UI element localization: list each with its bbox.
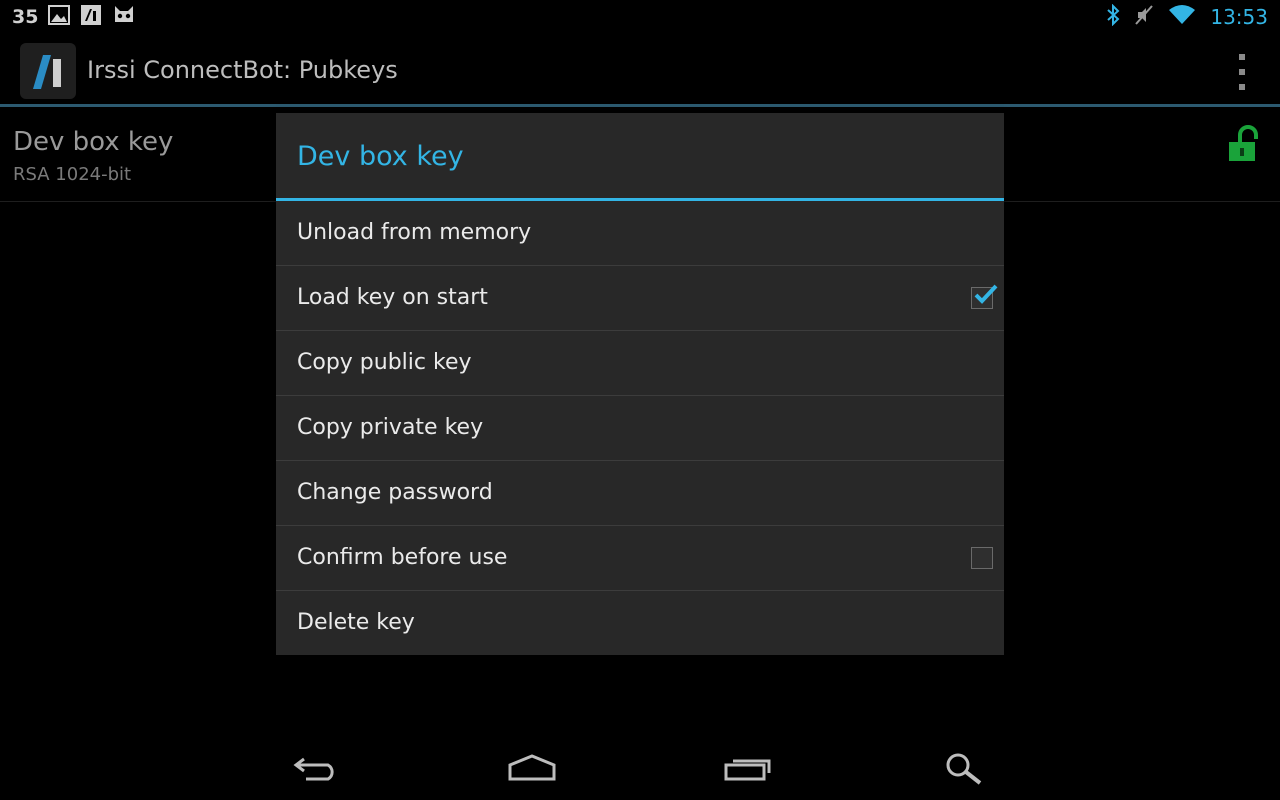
wifi-icon xyxy=(1168,4,1196,30)
status-bar: 35 13:53 xyxy=(0,0,1280,34)
menu-item-label: Delete key xyxy=(297,610,415,635)
cyanogenmod-icon xyxy=(112,4,136,30)
home-icon xyxy=(508,754,556,781)
menu-item-label: Unload from memory xyxy=(297,220,532,245)
recent-apps-icon xyxy=(724,759,771,781)
confirm-before-use-checkbox[interactable] xyxy=(971,547,993,569)
key-options-dialog: Dev box key Unload from memory Load key … xyxy=(276,113,1004,655)
mute-icon xyxy=(1134,4,1154,30)
menu-item-load-key-on-start[interactable]: Load key on start xyxy=(276,266,1004,331)
picture-icon xyxy=(48,5,71,29)
menu-item-confirm-before-use[interactable]: Confirm before use xyxy=(276,526,1004,591)
key-type: RSA 1024-bit xyxy=(13,164,132,185)
notification-count: 35 xyxy=(12,6,39,28)
page-title: Irssi ConnectBot: Pubkeys xyxy=(87,56,398,84)
dialog-menu: Unload from memory Load key on start Cop… xyxy=(276,201,1004,655)
load-on-start-checkbox[interactable] xyxy=(971,284,998,309)
menu-item-label: Confirm before use xyxy=(297,545,508,570)
key-name: Dev box key xyxy=(13,127,174,157)
clock: 13:53 xyxy=(1210,5,1268,29)
bluetooth-icon xyxy=(1106,3,1120,30)
menu-item-change-password[interactable]: Change password xyxy=(276,461,1004,526)
back-icon xyxy=(293,757,334,781)
dialog-title: Dev box key xyxy=(297,141,464,172)
action-bar: Irssi ConnectBot: Pubkeys xyxy=(0,34,1280,104)
checkmark-icon xyxy=(974,284,998,304)
menu-item-delete-key[interactable]: Delete key xyxy=(276,591,1004,655)
unlocked-icon xyxy=(1226,125,1266,167)
status-bar-left: 35 xyxy=(12,0,136,34)
menu-item-copy-public-key[interactable]: Copy public key xyxy=(276,331,1004,396)
connectbot-icon xyxy=(80,4,102,30)
search-icon xyxy=(946,753,982,785)
home-button[interactable] xyxy=(502,748,562,788)
navigation-bar xyxy=(0,736,1280,800)
back-button[interactable] xyxy=(286,748,346,788)
menu-item-copy-private-key[interactable]: Copy private key xyxy=(276,396,1004,461)
recent-apps-button[interactable] xyxy=(718,748,778,788)
menu-item-label: Copy public key xyxy=(297,350,472,375)
overflow-menu-icon[interactable] xyxy=(1238,54,1246,90)
menu-item-label: Change password xyxy=(297,480,493,505)
status-bar-right: 13:53 xyxy=(1106,0,1268,34)
app-icon[interactable] xyxy=(20,43,76,99)
menu-item-label: Copy private key xyxy=(297,415,484,440)
search-button[interactable] xyxy=(934,748,994,788)
menu-item-unload-from-memory[interactable]: Unload from memory xyxy=(276,201,1004,266)
menu-item-label: Load key on start xyxy=(297,285,488,310)
